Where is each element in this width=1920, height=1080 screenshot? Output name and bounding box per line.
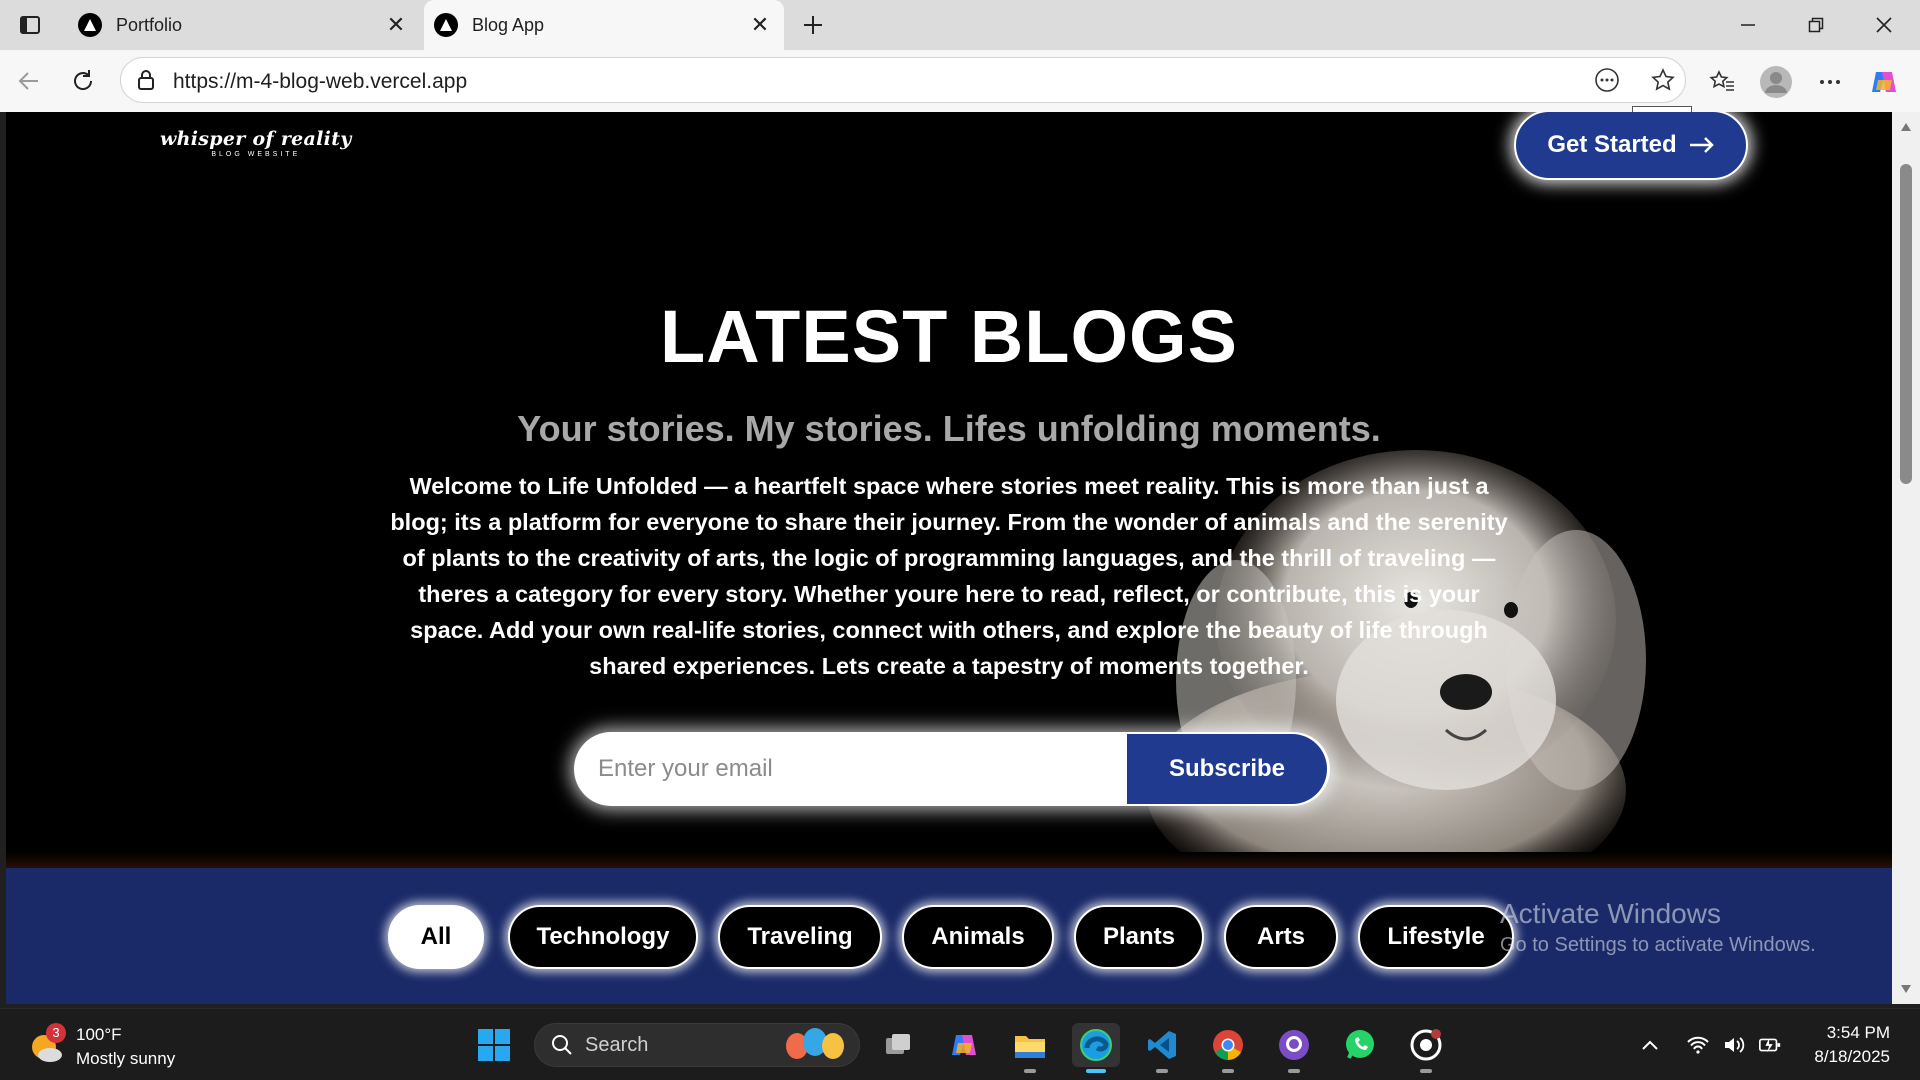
add-favorite-icon[interactable] <box>1645 62 1681 98</box>
site-logo[interactable]: whisper of reality BLOG WEBSITE <box>160 128 352 158</box>
restore-icon[interactable] <box>1796 8 1836 42</box>
windows-start-icon[interactable] <box>470 1023 518 1067</box>
new-tab-button[interactable] <box>796 8 830 42</box>
watermark-subtitle: Go to Settings to activate Windows. <box>1500 934 1816 956</box>
volume-icon[interactable] <box>1722 1033 1746 1057</box>
url-text[interactable]: https://m-4-blog-web.vercel.app <box>173 70 467 94</box>
page-viewport: whisper of reality BLOG WEBSITE Get Star… <box>6 112 1892 1004</box>
windows-taskbar: 3 100°F Mostly sunny Search 3:54 PM 8/18… <box>0 1008 1920 1080</box>
task-view-icon[interactable] <box>874 1023 922 1067</box>
system-clock[interactable]: 3:54 PM 8/18/2025 <box>1790 1021 1890 1069</box>
lock-icon[interactable] <box>135 69 157 96</box>
favorites-icon[interactable] <box>1704 64 1740 100</box>
running-indicator <box>1024 1069 1036 1073</box>
page-scrollbar[interactable] <box>1892 112 1920 1004</box>
scroll-up-icon[interactable] <box>1900 122 1912 132</box>
vscode-icon[interactable] <box>1138 1023 1186 1073</box>
copilot-icon[interactable] <box>1866 64 1902 100</box>
tab-portfolio[interactable]: Portfolio ✕ <box>72 0 420 50</box>
category-animals[interactable]: Animals <box>902 905 1054 969</box>
search-label: Search <box>585 1033 649 1056</box>
chrome-icon[interactable] <box>1204 1023 1252 1073</box>
balloons-icon <box>786 1028 844 1059</box>
profile-avatar-icon[interactable] <box>1758 64 1794 100</box>
category-technology[interactable]: Technology <box>508 905 698 969</box>
get-started-button[interactable]: Get Started <box>1514 112 1748 180</box>
category-filter-bar: All Technology Traveling Animals Plants … <box>6 868 1892 1004</box>
weather-temperature: 100°F <box>76 1025 122 1044</box>
minimize-icon[interactable] <box>1728 8 1768 42</box>
running-indicator <box>1156 1069 1168 1073</box>
email-field[interactable] <box>574 732 1128 806</box>
running-indicator <box>1086 1069 1106 1073</box>
clock-time: 3:54 PM <box>1826 1023 1890 1042</box>
clock-date: 8/18/2025 <box>1814 1047 1890 1066</box>
get-started-label: Get Started <box>1547 131 1677 158</box>
tab-title: Blog App <box>472 14 545 35</box>
notification-badge: 3 <box>46 1023 66 1043</box>
tab-title: Portfolio <box>116 14 183 35</box>
window-close-icon[interactable] <box>1864 8 1904 42</box>
subscribe-button[interactable]: Subscribe <box>1127 734 1327 804</box>
running-indicator <box>1222 1069 1234 1073</box>
browser-toolbar: https://m-4-blog-web.vercel.app Close <box>0 50 1920 136</box>
scroll-down-icon[interactable] <box>1900 984 1912 994</box>
browser-tab-strip: Portfolio ✕ Blog App ✕ <box>0 0 1920 50</box>
page-title: LATEST BLOGS <box>660 295 1238 378</box>
close-icon[interactable]: ✕ <box>748 12 772 37</box>
running-indicator <box>1420 1069 1432 1073</box>
copilot-icon[interactable] <box>940 1023 988 1067</box>
running-indicator <box>1288 1069 1300 1073</box>
category-all[interactable]: All <box>388 905 484 969</box>
whatsapp-icon[interactable] <box>1336 1023 1384 1067</box>
hero-description: Welcome to Life Unfolded — a heartfelt s… <box>390 473 1508 679</box>
address-bar[interactable]: https://m-4-blog-web.vercel.app <box>120 57 1686 103</box>
category-traveling[interactable]: Traveling <box>718 905 882 969</box>
battery-icon[interactable] <box>1758 1033 1782 1057</box>
search-icon <box>552 1035 572 1055</box>
logo-subtitle: BLOG WEBSITE <box>211 151 301 158</box>
tab-actions-icon[interactable] <box>14 10 46 40</box>
back-arrow-icon[interactable] <box>12 64 46 98</box>
subscribe-form: Subscribe <box>574 732 1330 806</box>
close-icon[interactable]: ✕ <box>384 12 408 37</box>
more-options-circle-icon[interactable] <box>1589 62 1625 98</box>
refresh-icon[interactable] <box>66 64 100 98</box>
chevron-up-icon[interactable] <box>1638 1033 1662 1057</box>
file-explorer-icon[interactable] <box>1006 1023 1054 1073</box>
settings-more-icon[interactable] <box>1812 64 1848 100</box>
category-arts[interactable]: Arts <box>1224 905 1338 969</box>
taskbar-search[interactable]: Search <box>534 1023 860 1067</box>
tab-blog-app[interactable]: Blog App ✕ <box>424 0 784 50</box>
github-desktop-icon[interactable] <box>1270 1023 1318 1073</box>
arrow-right-icon <box>1689 137 1714 153</box>
category-plants[interactable]: Plants <box>1074 905 1204 969</box>
scroll-thumb[interactable] <box>1900 164 1912 484</box>
wifi-icon[interactable] <box>1686 1033 1710 1057</box>
logo-title: whisper of reality <box>160 128 352 150</box>
triangle-logo-icon <box>434 13 458 37</box>
activate-windows-watermark: Activate Windows Go to Settings to activ… <box>1500 898 1816 957</box>
triangle-logo-icon <box>78 13 102 37</box>
edge-browser-icon[interactable] <box>1072 1023 1120 1073</box>
watermark-title: Activate Windows <box>1500 898 1721 929</box>
weather-widget[interactable]: 3 100°F Mostly sunny <box>28 1023 175 1071</box>
weather-description: Mostly sunny <box>76 1049 176 1068</box>
hero-section: whisper of reality BLOG WEBSITE Get Star… <box>6 112 1892 870</box>
hero-subtitle: Your stories. My stories. Lifes unfoldin… <box>517 408 1381 449</box>
sun-cloud-icon: 3 <box>28 1023 66 1065</box>
github-icon[interactable] <box>1402 1023 1450 1073</box>
category-lifestyle[interactable]: Lifestyle <box>1358 905 1514 969</box>
